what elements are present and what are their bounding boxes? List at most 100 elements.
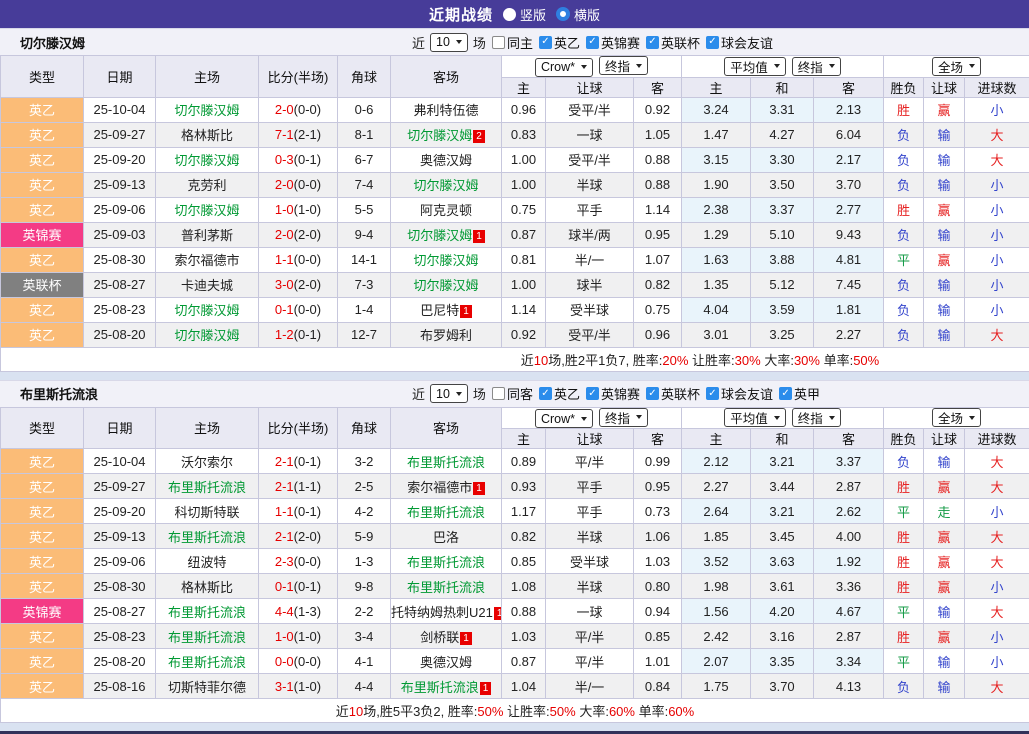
result-goals-cell: 小 xyxy=(965,649,1029,674)
column-subheader: 让球 xyxy=(546,429,634,449)
avg-stage-select[interactable]: 终指 xyxy=(792,57,841,76)
recent-count-select[interactable]: 10 xyxy=(430,33,468,52)
avg-away-cell: 2.62 xyxy=(814,499,884,524)
result-handicap-cell: 赢 xyxy=(924,97,965,122)
result-wdl-cell: 负 xyxy=(884,322,924,347)
match-row: 英乙25-10-04切尔滕汉姆2-0(0-0)0-6弗利特伍德0.96受平/半0… xyxy=(1,97,1029,122)
handicap-line-cell: 平/半 xyxy=(546,649,634,674)
avg-home-cell: 2.64 xyxy=(682,499,751,524)
summary-row: 近10场,胜5平3负2, 胜率:50% 让胜率:50% 大率:60% 单率:60… xyxy=(1,699,1029,723)
view-radio-vertical[interactable]: 竖版 xyxy=(503,5,546,24)
odds-home-cell: 0.89 xyxy=(502,449,546,474)
checkbox-label: 英乙 xyxy=(554,384,580,403)
away-team-cell: 奥德汉姆 xyxy=(391,147,502,172)
league-type-badge: 英乙 xyxy=(1,474,84,499)
view-radio-horizontal[interactable]: 横版 xyxy=(556,5,600,24)
away-team-cell: 托特纳姆热刺U211 xyxy=(391,599,502,624)
score-cell: 1-2(0-1) xyxy=(259,322,338,347)
league-filter-checkbox[interactable]: ✓球会友谊 xyxy=(706,33,773,52)
result-wdl-cell: 平 xyxy=(884,247,924,272)
match-row: 英乙25-09-20切尔滕汉姆0-3(0-1)6-7奥德汉姆1.00受平/半0.… xyxy=(1,147,1029,172)
league-type-badge: 英乙 xyxy=(1,297,84,322)
odds-home-cell: 0.83 xyxy=(502,122,546,147)
chevron-down-icon xyxy=(581,417,587,421)
odds-away-cell: 0.88 xyxy=(634,147,682,172)
league-filter-checkbox[interactable]: ✓英联杯 xyxy=(646,384,700,403)
avg-draw-cell: 3.37 xyxy=(751,197,814,222)
result-handicap-cell: 赢 xyxy=(924,524,965,549)
avg-away-cell: 3.36 xyxy=(814,574,884,599)
column-header: 主场 xyxy=(156,56,259,98)
avg-stage-select[interactable]: 终指 xyxy=(792,408,841,427)
home-team-cell: 切尔滕汉姆 xyxy=(156,297,259,322)
result-wdl-cell: 负 xyxy=(884,272,924,297)
league-filter-checkbox[interactable]: ✓英联杯 xyxy=(646,33,700,52)
odds-source-select[interactable]: Crow* xyxy=(535,409,593,428)
result-wdl-cell: 负 xyxy=(884,449,924,474)
avg-home-cell: 1.98 xyxy=(682,574,751,599)
avg-away-cell: 2.87 xyxy=(814,474,884,499)
away-team-cell: 布里斯托流浪 xyxy=(391,499,502,524)
avg-away-cell: 3.70 xyxy=(814,172,884,197)
home-team-cell: 格林斯比 xyxy=(156,122,259,147)
avg-draw-cell: 4.27 xyxy=(751,122,814,147)
league-type-badge: 英乙 xyxy=(1,624,84,649)
league-filter-checkbox[interactable]: ✓英乙 xyxy=(539,33,580,52)
result-wdl-cell: 负 xyxy=(884,122,924,147)
avg-source-select[interactable]: 平均值 xyxy=(724,57,786,76)
column-subheader: 进球数 xyxy=(965,429,1029,449)
avg-home-cell: 1.85 xyxy=(682,524,751,549)
chevron-down-icon xyxy=(456,40,462,44)
score-cell: 2-1(0-1) xyxy=(259,449,338,474)
league-type-badge: 英锦赛 xyxy=(1,599,84,624)
result-wdl-cell: 胜 xyxy=(884,574,924,599)
league-filter-checkbox[interactable]: ✓英锦赛 xyxy=(586,33,640,52)
scope-select[interactable]: 全场 xyxy=(932,57,981,76)
odds-stage-select[interactable]: 终指 xyxy=(599,56,648,75)
league-filter-checkbox[interactable]: ✓英锦赛 xyxy=(586,384,640,403)
corners-cell: 7-4 xyxy=(338,172,391,197)
same-side-checkbox[interactable]: 同主 xyxy=(492,33,533,52)
avg-home-cell: 3.15 xyxy=(682,147,751,172)
same-side-checkbox[interactable]: 同客 xyxy=(492,384,533,403)
avg-home-cell: 1.29 xyxy=(682,222,751,247)
odds-home-cell: 1.00 xyxy=(502,272,546,297)
away-team-cell: 索尔福德市1 xyxy=(391,474,502,499)
chevron-down-icon xyxy=(829,64,835,68)
league-filter-checkbox[interactable]: ✓球会友谊 xyxy=(706,384,773,403)
corners-cell: 14-1 xyxy=(338,247,391,272)
score-cell: 3-0(2-0) xyxy=(259,272,338,297)
result-handicap-cell: 输 xyxy=(924,297,965,322)
odds-away-cell: 1.03 xyxy=(634,549,682,574)
odds-away-cell: 0.94 xyxy=(634,599,682,624)
match-row: 英乙25-10-04沃尔索尔2-1(0-1)3-2布里斯托流浪0.89平/半0.… xyxy=(1,449,1029,474)
avg-draw-cell: 3.25 xyxy=(751,322,814,347)
summary-row: 近10场,胜2平1负7, 胜率:20% 让胜率:30% 大率:30% 单率:50… xyxy=(1,347,1029,371)
avg-source-select[interactable]: 平均值 xyxy=(724,408,786,427)
page: 近期战绩 竖版 横版 切尔滕汉姆近10场同主✓英乙✓英锦赛✓英联杯✓球会友谊类型… xyxy=(0,0,1029,734)
checkbox-checked-icon: ✓ xyxy=(586,387,599,400)
match-row: 英乙25-09-06切尔滕汉姆1-0(1-0)5-5阿克灵顿0.75平手1.14… xyxy=(1,197,1029,222)
avg-away-cell: 2.13 xyxy=(814,97,884,122)
odds-stage-select[interactable]: 终指 xyxy=(599,408,648,427)
avg-away-cell: 4.67 xyxy=(814,599,884,624)
date-cell: 25-08-23 xyxy=(84,624,156,649)
league-filter-checkbox[interactable]: ✓英乙 xyxy=(539,384,580,403)
scope-select[interactable]: 全场 xyxy=(932,408,981,427)
handicap-line-cell: 平/半 xyxy=(546,624,634,649)
score-cell: 1-1(0-0) xyxy=(259,247,338,272)
league-filter-checkbox[interactable]: ✓英甲 xyxy=(779,384,820,403)
match-row: 英乙25-08-30格林斯比0-1(0-1)9-8布里斯托流浪1.08半球0.8… xyxy=(1,574,1029,599)
avg-away-cell: 4.81 xyxy=(814,247,884,272)
matches-label: 场 xyxy=(473,33,486,52)
recent-count-select[interactable]: 10 xyxy=(430,384,468,403)
odds-away-cell: 0.75 xyxy=(634,297,682,322)
column-subheader: 主 xyxy=(682,77,751,97)
result-handicap-cell: 输 xyxy=(924,599,965,624)
odds-home-cell: 0.93 xyxy=(502,474,546,499)
result-goals-cell: 小 xyxy=(965,222,1029,247)
home-team-cell: 索尔福德市 xyxy=(156,247,259,272)
odds-away-cell: 1.07 xyxy=(634,247,682,272)
handicap-line-cell: 一球 xyxy=(546,122,634,147)
odds-source-select[interactable]: Crow* xyxy=(535,58,593,77)
